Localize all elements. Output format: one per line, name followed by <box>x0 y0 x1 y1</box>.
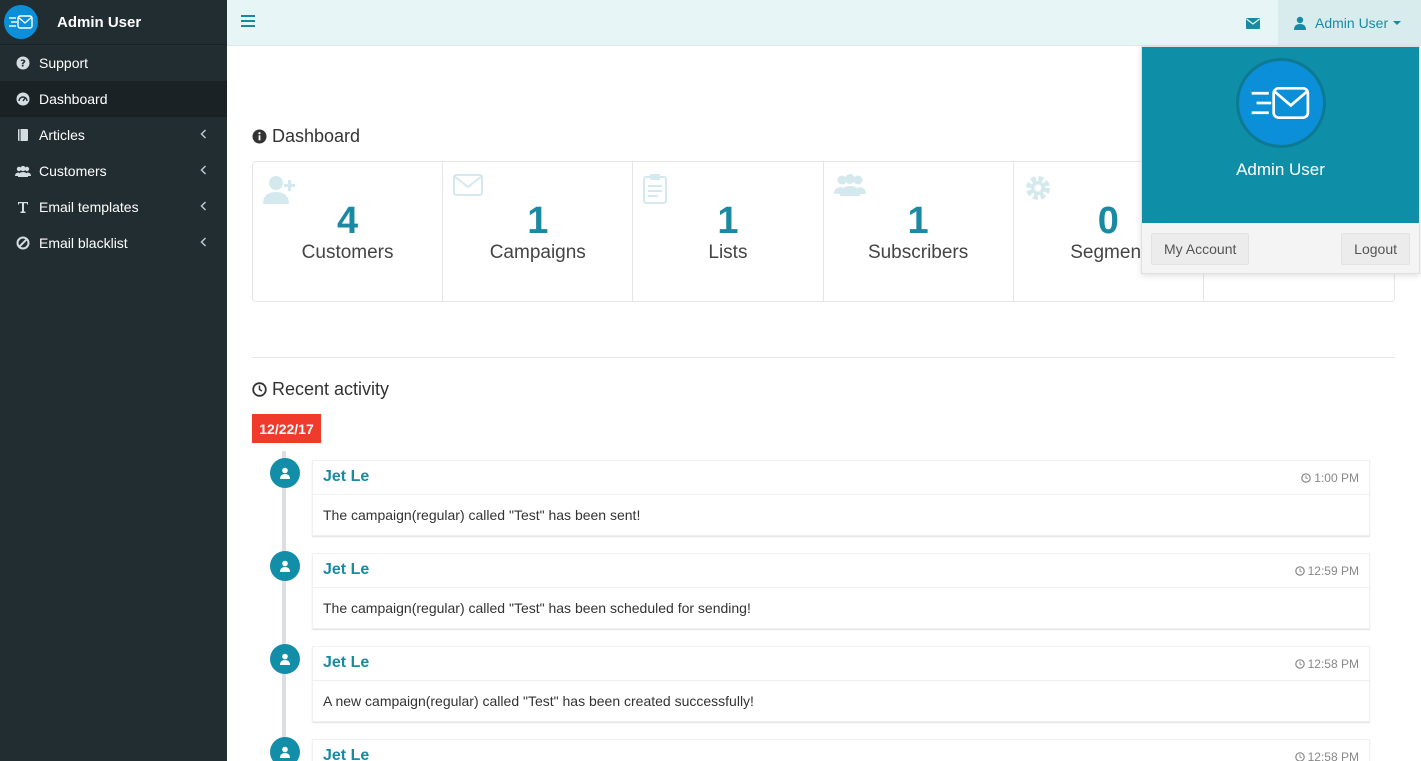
activity-message: The campaign(regular) called "Test" has … <box>323 600 751 616</box>
activity-time: 12:59 PM <box>1294 564 1359 578</box>
timeline-card: Jet Le 12:58 PM A new campaign(regular) … <box>312 646 1370 722</box>
clock-icon <box>1294 566 1305 576</box>
svg-text:?: ? <box>20 59 26 70</box>
sidebar-item-label: Support <box>39 55 89 71</box>
activity-time-text: 12:58 PM <box>1307 750 1359 761</box>
sidebar-item-label: Email blacklist <box>39 235 128 251</box>
top-bar: Admin User <box>227 0 1421 46</box>
activity-message: The campaign(regular) called "Test" has … <box>323 507 641 523</box>
recent-activity-heading: Recent activity <box>252 379 389 400</box>
user-dropdown-header: Admin User <box>1142 47 1419 223</box>
activity-message: A new campaign(regular) called "Test" ha… <box>323 693 754 709</box>
stat-value: 4 <box>337 200 359 242</box>
chevron-left-icon <box>200 165 207 175</box>
date-badge: 12/22/17 <box>252 414 321 443</box>
ban-icon <box>15 235 31 251</box>
dashboard-heading: Dashboard <box>252 126 360 147</box>
timeline-line <box>282 451 286 761</box>
sidebar-item-customers[interactable]: Customers <box>0 153 227 189</box>
user-dropdown: Admin User My Account Logout <box>1141 46 1420 274</box>
activity-time: 12:58 PM <box>1294 750 1359 761</box>
clock-icon <box>1294 752 1305 761</box>
user-icon <box>1294 16 1306 30</box>
page-title: Dashboard <box>272 126 361 146</box>
sidebar-item-label: Email templates <box>39 199 139 215</box>
stat-label: Campaigns <box>489 242 586 263</box>
user-avatar-icon <box>270 458 300 488</box>
timeline-card-header: Jet Le 12:58 PM <box>313 647 1369 681</box>
text-t-icon <box>15 199 31 215</box>
user-dropdown-footer: My Account Logout <box>1142 223 1419 275</box>
activity-time-text: 1:00 PM <box>1314 471 1359 485</box>
gear-icon <box>1025 176 1050 200</box>
stat-label: Customers <box>301 242 394 263</box>
stat-value: 1 <box>717 200 739 242</box>
clock-icon <box>1294 659 1305 669</box>
timeline-card-header: Jet Le 12:59 PM <box>313 554 1369 588</box>
activity-user-link[interactable]: Jet Le <box>323 468 369 486</box>
question-circle-icon: ? <box>15 55 31 71</box>
user-avatar-icon <box>270 551 300 581</box>
book-icon <box>15 127 31 143</box>
sidebar-item-label: Articles <box>39 127 85 143</box>
user-menu-button[interactable]: Admin User <box>1278 0 1421 46</box>
stat-value: 1 <box>907 200 929 242</box>
sidebar-item-email-templates[interactable]: Email templates <box>0 189 227 225</box>
dashboard-gauge-icon <box>15 91 31 107</box>
brand-name: Admin User <box>57 13 142 31</box>
mail-logo-icon <box>1236 58 1326 148</box>
sidebar-item-label: Customers <box>39 163 107 179</box>
sidebar-item-email-blacklist[interactable]: Email blacklist <box>0 225 227 261</box>
sidebar: Admin User ? Support Dashboard Articles <box>0 0 227 761</box>
users-icon <box>833 174 866 196</box>
section-divider <box>252 357 1395 358</box>
timeline-card: Jet Le 12:58 PM <box>312 739 1370 761</box>
chevron-left-icon <box>200 237 207 247</box>
stat-campaigns[interactable]: 1 Campaigns <box>443 162 634 301</box>
envelope-outline-icon <box>453 174 484 196</box>
hamburger-icon[interactable] <box>241 15 255 27</box>
activity-time-text: 12:58 PM <box>1307 657 1359 671</box>
stat-customers[interactable]: 4 Customers <box>253 162 444 301</box>
logout-button[interactable]: Logout <box>1341 233 1410 265</box>
messages-button[interactable] <box>1238 0 1268 46</box>
user-dropdown-name: Admin User <box>1236 160 1325 179</box>
chevron-left-icon <box>200 201 207 211</box>
mail-logo-icon <box>4 5 38 39</box>
caret-down-icon <box>1393 21 1402 25</box>
user-avatar-icon <box>270 737 300 761</box>
envelope-icon <box>1246 17 1260 29</box>
stat-lists[interactable]: 1 Lists <box>633 162 824 301</box>
brand[interactable]: Admin User <box>0 0 227 45</box>
clock-icon <box>252 382 267 397</box>
stat-value: 1 <box>527 200 549 242</box>
timeline-card-header: Jet Le 12:58 PM <box>313 740 1369 761</box>
sidebar-item-dashboard[interactable]: Dashboard <box>0 81 227 117</box>
activity-time: 1:00 PM <box>1301 471 1359 485</box>
user-avatar-icon <box>270 644 300 674</box>
sidebar-item-support[interactable]: ? Support <box>0 45 227 81</box>
timeline-card: Jet Le 12:59 PM The campaign(regular) ca… <box>312 553 1370 629</box>
sidebar-item-articles[interactable]: Articles <box>0 117 227 153</box>
activity-time-text: 12:59 PM <box>1307 564 1359 578</box>
users-icon <box>15 163 31 179</box>
activity-user-link[interactable]: Jet Le <box>323 747 369 761</box>
activity-user-link[interactable]: Jet Le <box>323 561 369 579</box>
activity-user-link[interactable]: Jet Le <box>323 654 369 672</box>
clock-icon <box>1301 473 1312 483</box>
timeline-card-header: Jet Le 1:00 PM <box>313 461 1369 495</box>
user-menu-label: Admin User <box>1315 15 1389 31</box>
my-account-button[interactable]: My Account <box>1151 233 1250 265</box>
section-title: Recent activity <box>272 379 390 399</box>
sidebar-item-label: Dashboard <box>39 91 108 107</box>
stat-label: Subscribers <box>867 242 969 263</box>
chevron-left-icon <box>200 129 207 139</box>
timeline-card: Jet Le 1:00 PM The campaign(regular) cal… <box>312 460 1370 536</box>
stat-subscribers[interactable]: 1 Subscribers <box>824 162 1014 301</box>
info-circle-icon <box>252 129 267 144</box>
stat-label: Lists <box>708 242 748 263</box>
activity-time: 12:58 PM <box>1294 657 1359 671</box>
sidebar-nav: ? Support Dashboard Articles Customers E… <box>0 45 227 261</box>
